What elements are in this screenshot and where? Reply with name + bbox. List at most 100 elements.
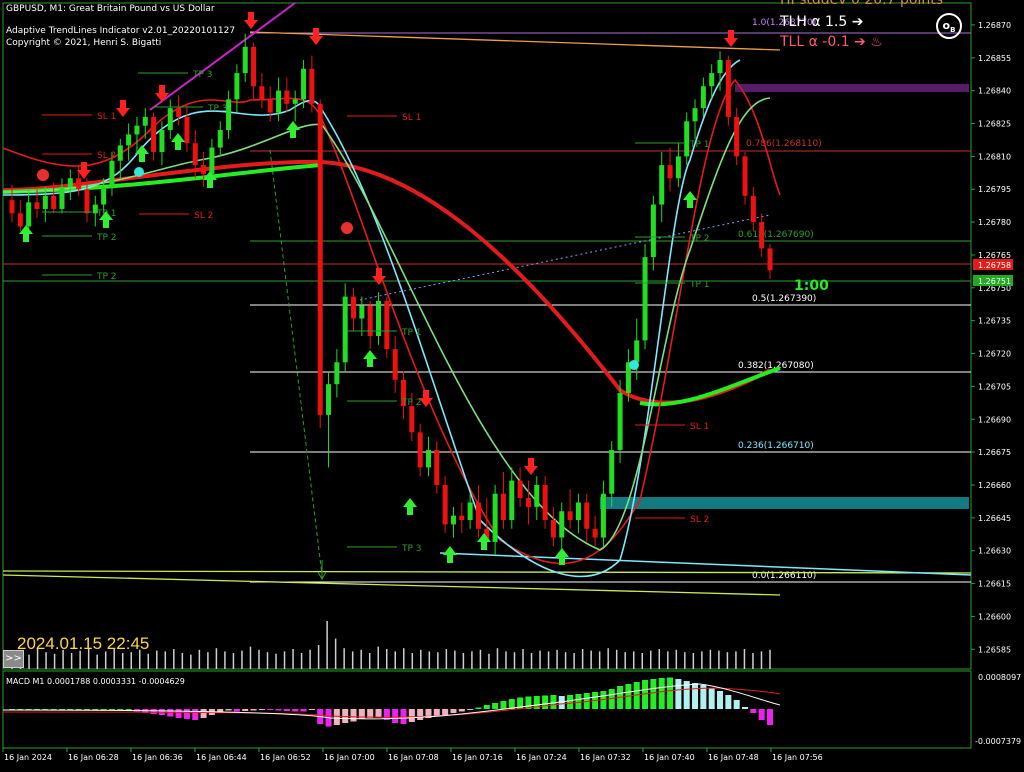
scroll-to-end-button[interactable]: >>	[3, 650, 24, 668]
candle-body	[634, 340, 640, 363]
macd-histogram-bar	[350, 709, 357, 722]
candle-body	[575, 502, 581, 521]
candle-body	[659, 165, 665, 205]
candle-body	[359, 305, 365, 319]
candle-body	[184, 116, 190, 144]
projection-dashed-line	[269, 149, 323, 576]
macd-histogram-bar	[767, 709, 773, 725]
candle-body	[334, 362, 340, 385]
macd-histogram-bar	[375, 709, 382, 717]
candle-body	[734, 116, 740, 157]
candle-body	[351, 296, 357, 319]
candle-body	[84, 189, 90, 214]
sell-arrow-icon	[524, 458, 538, 475]
candle-body	[725, 59, 731, 117]
candle-body	[600, 493, 606, 538]
candle-body	[759, 222, 765, 249]
candle-body	[584, 502, 590, 529]
candle-body	[642, 257, 648, 341]
candle-body	[234, 73, 240, 100]
candle-body	[251, 46, 257, 87]
candle-body	[34, 202, 40, 209]
tll-alpha-label: TLL α -0.1 ➔ ♨	[780, 34, 883, 50]
macd-histogram-bar	[117, 709, 124, 710]
candle-body	[109, 160, 115, 188]
candle-body	[384, 300, 390, 350]
time-tick-label: 16 Jan 06:44	[196, 753, 247, 762]
candle-body	[267, 99, 273, 113]
candle-body	[442, 484, 448, 525]
candle-body	[750, 195, 756, 223]
candle-body	[301, 68, 307, 100]
candle-body	[567, 511, 573, 521]
sell-arrow-icon	[309, 28, 323, 45]
bid-price-badge-label: 1.26758	[978, 261, 1011, 270]
candle-body	[59, 187, 65, 209]
candle-body	[525, 498, 531, 507]
macd-histogram-bar	[175, 709, 182, 718]
candle-body	[151, 116, 157, 152]
price-tick-label: 1.26765	[978, 251, 1011, 260]
resistance-band	[735, 84, 969, 92]
buy-arrow-icon	[363, 350, 377, 367]
candle-body	[392, 349, 398, 380]
macd-histogram-bar	[483, 705, 490, 709]
macd-histogram-bar	[267, 709, 274, 710]
macd-histogram-bar	[500, 701, 507, 709]
time-tick-label: 16 Jan 07:24	[516, 753, 567, 762]
candle-body	[51, 195, 57, 209]
candle-body	[26, 202, 32, 227]
candle-body	[492, 493, 498, 542]
macd-histogram-bar	[575, 694, 582, 709]
trade-level-label: TP 1	[689, 140, 710, 150]
macd-histogram-bar	[150, 709, 157, 714]
macd-histogram-bar	[183, 709, 190, 719]
candle-body	[309, 68, 315, 104]
candle-body	[17, 213, 23, 227]
candle-body	[675, 156, 681, 179]
indicator-name: Adaptive TrendLines Indicator v2.01_2022…	[6, 26, 236, 36]
price-chart[interactable]: 1.26870 1.26855 1.26840 1.26825 1.26810 1.267…	[0, 0, 1024, 768]
signal-dot-cyan	[629, 360, 639, 370]
macd-histogram-bar	[125, 709, 132, 710]
candle-body	[650, 204, 656, 258]
candle-body	[292, 99, 298, 104]
time-tick-label: 16 Jan 07:16	[452, 753, 503, 762]
macd-histogram-bar	[342, 709, 349, 723]
price-tick-label: 1.26675	[978, 448, 1011, 457]
candle-body	[500, 493, 506, 521]
time-tick-label: 16 Jan 2024	[4, 753, 52, 762]
fib-level-label: 0.5(1.267390)	[752, 294, 816, 304]
candle-body	[509, 480, 515, 521]
candle-body	[550, 520, 556, 538]
candle-body	[326, 384, 332, 415]
metaquotes-logo-icon: oB	[936, 13, 962, 39]
candle-body	[684, 121, 690, 157]
macd-histogram-bar	[192, 709, 199, 720]
chart-window[interactable]: 1.26870 1.26855 1.26840 1.26825 1.26810 1.267…	[0, 0, 1024, 768]
macd-histogram-bar	[283, 709, 290, 711]
macd-histogram-bar	[675, 679, 682, 709]
candle-body	[159, 130, 165, 152]
candle-body	[167, 108, 173, 131]
candle-body	[425, 449, 431, 468]
trade-level-label: TP 1	[401, 328, 422, 338]
buy-arrow-icon	[171, 133, 185, 150]
price-tick-label: 1.26810	[978, 152, 1011, 161]
signal-dot-red	[37, 169, 49, 181]
price-tick-label: 1.26705	[978, 382, 1011, 391]
time-tick-label: 16 Jan 06:52	[260, 753, 311, 762]
candle-body	[542, 484, 548, 521]
candle-body	[559, 511, 565, 538]
trade-level-label: TP 3	[401, 544, 422, 554]
price-tick-label: 1.26690	[978, 415, 1011, 424]
price-tick-label: 1.26825	[978, 119, 1011, 128]
macd-histogram-bar	[408, 709, 415, 722]
candle-body	[317, 103, 323, 415]
signal-dot-red	[341, 222, 353, 234]
candle-body	[259, 86, 265, 100]
price-tick-label: 1.26645	[978, 514, 1011, 523]
sell-arrow-icon	[116, 100, 130, 117]
tlh-alpha-label: TLH α 1.5 ➔	[780, 14, 864, 30]
trade-level-label: SL 2	[690, 515, 709, 525]
